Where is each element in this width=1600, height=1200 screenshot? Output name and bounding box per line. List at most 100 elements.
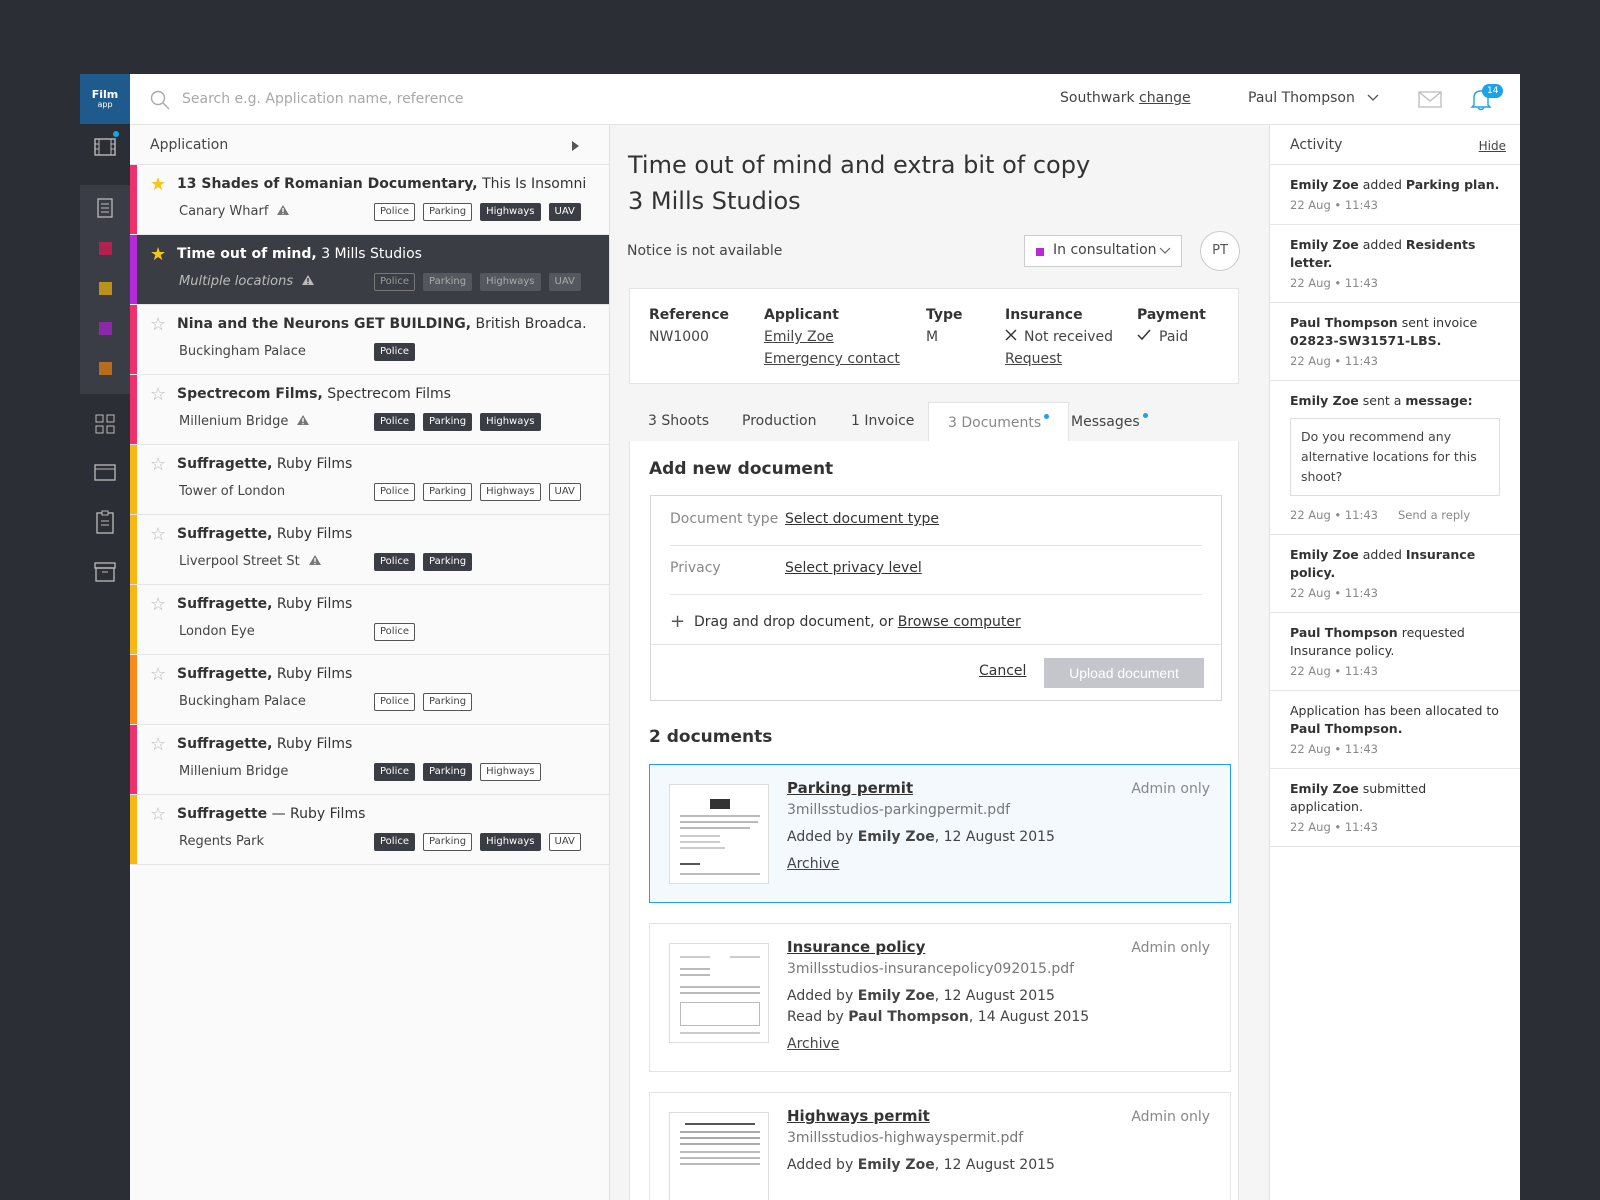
star-icon[interactable]: ☆: [150, 315, 166, 335]
list-header[interactable]: Application: [130, 125, 609, 165]
user-menu[interactable]: Paul Thompson: [1248, 90, 1379, 106]
mail-icon[interactable]: [1418, 91, 1442, 112]
documents-count-title: 2 documents: [649, 727, 773, 747]
application-row[interactable]: ☆ Suffragette, Ruby Films Liverpool Street…: [130, 515, 609, 585]
status-color-bar: [130, 445, 137, 514]
documents-panel: Add new document Document type Select do…: [629, 441, 1239, 1200]
application-row[interactable]: ☆ Suffragette, Ruby Films Tower of London P…: [130, 445, 609, 515]
category-tag: Police: [374, 623, 415, 641]
tab-documents[interactable]: 3 Documents: [928, 402, 1070, 442]
star-icon[interactable]: ☆: [150, 595, 166, 615]
grid-icon[interactable]: [80, 404, 130, 444]
status-color-bar: [130, 375, 137, 444]
document-card[interactable]: Highways permit 3millsstudios-highwayspe…: [649, 1092, 1231, 1200]
council-selector: Southwark change: [1060, 90, 1191, 106]
app-window: Film app Search e.g. Application name, r…: [80, 74, 1520, 1200]
plus-icon: +: [670, 611, 686, 632]
star-icon[interactable]: ★: [150, 245, 166, 265]
document-filename: 3millsstudios-highwayspermit.pdf: [787, 1130, 1024, 1146]
expand-arrow-icon[interactable]: [572, 141, 579, 151]
pink-square-icon: [98, 241, 112, 255]
nav-rail: Film app: [80, 74, 130, 1200]
tab-invoice[interactable]: 1 Invoice: [851, 402, 914, 442]
warning-icon: [301, 274, 315, 290]
browse-computer-link[interactable]: Browse computer: [898, 614, 1021, 630]
drop-zone[interactable]: + Drag and drop document, or Browse compu…: [670, 603, 1202, 645]
activity-item: Application has been allocated to Paul T…: [1270, 691, 1520, 769]
send-reply-link[interactable]: Send a reply: [1398, 508, 1470, 522]
application-row[interactable]: ☆ Suffragette, Ruby Films Buckingham Palac…: [130, 655, 609, 725]
star-icon[interactable]: ☆: [150, 735, 166, 755]
hide-activity-link[interactable]: Hide: [1479, 139, 1506, 153]
status-color-bar: [130, 165, 137, 234]
tab-shoots[interactable]: 3 Shoots: [648, 402, 709, 442]
change-council-link[interactable]: change: [1139, 90, 1191, 106]
application-title: 13 Shades of Romanian Documentary, This …: [177, 176, 587, 192]
document-added-by: Added by Emily Zoe, 12 August 2015: [787, 988, 1055, 1004]
star-icon[interactable]: ☆: [150, 455, 166, 475]
tab-production[interactable]: Production: [742, 402, 816, 442]
status-filter-yellow[interactable]: [80, 268, 130, 308]
archive-icon[interactable]: [80, 552, 130, 592]
archive-link[interactable]: Archive: [787, 856, 839, 872]
upload-document-button[interactable]: Upload document: [1044, 658, 1204, 688]
assignee-avatar[interactable]: PT: [1200, 231, 1240, 271]
category-tag: Police: [374, 833, 415, 851]
detail-tabs: 3 Shoots Production 1 Invoice 3 Document…: [629, 402, 1239, 442]
film-app-logo[interactable]: Film app: [80, 74, 130, 124]
application-row[interactable]: ☆ Suffragette, Ruby Films London Eye Police: [130, 585, 609, 655]
archive-link[interactable]: Archive: [787, 1036, 839, 1052]
activity-text: Emily Zoe sent a message:: [1290, 393, 1473, 408]
status-dropdown[interactable]: In consultation: [1024, 235, 1182, 267]
privacy-select[interactable]: Select privacy level: [785, 560, 922, 576]
category-tags: Police: [374, 623, 415, 641]
emergency-contact-link[interactable]: Emergency contact: [764, 351, 900, 367]
application-location: Buckingham Palace: [179, 344, 306, 359]
status-color-bar: [130, 515, 137, 584]
status-filter-orange[interactable]: [80, 348, 130, 388]
star-icon[interactable]: ☆: [150, 665, 166, 685]
search-input[interactable]: [182, 86, 662, 112]
application-title: Nina and the Neurons GET BUILDING, Briti…: [177, 316, 587, 332]
application-title: Time out of mind, 3 Mills Studios: [177, 246, 422, 262]
star-icon[interactable]: ☆: [150, 525, 166, 545]
status-filter-pink[interactable]: [80, 228, 130, 268]
activity-timestamp: 22 Aug • 11:43: [1290, 664, 1378, 678]
document-list-icon[interactable]: [80, 188, 130, 228]
status-color-bar: [130, 795, 137, 864]
applicant-link[interactable]: Emily Zoe: [764, 329, 834, 345]
status-color-bar: [130, 235, 137, 304]
clipboard-icon[interactable]: [80, 502, 130, 542]
activity-text: Emily Zoe added Insurance policy.: [1290, 547, 1476, 580]
film-icon[interactable]: [80, 127, 130, 167]
calendar-icon[interactable]: [80, 452, 130, 492]
application-row[interactable]: ☆ Spectrecom Films, Spectrecom Films Mille…: [130, 375, 609, 445]
application-row[interactable]: ★ 13 Shades of Romanian Documentary, This…: [130, 165, 609, 235]
star-icon[interactable]: ★: [150, 175, 166, 195]
document-name-link[interactable]: Highways permit: [787, 1107, 930, 1125]
star-icon[interactable]: ☆: [150, 805, 166, 825]
category-tags: Police Parking Highways UAV: [374, 483, 581, 501]
status-filter-group: [80, 185, 130, 394]
document-card[interactable]: Parking permit 3millsstudios-parkingperm…: [649, 764, 1231, 903]
application-title: Suffragette, Ruby Films: [177, 596, 353, 612]
application-row[interactable]: ☆ Suffragette, Ruby Films Millenium Bridge…: [130, 725, 609, 795]
application-row[interactable]: ★ Time out of mind, 3 Mills Studios Multip…: [130, 235, 609, 305]
tab-messages[interactable]: Messages: [1071, 402, 1148, 442]
application-location: Canary Wharf: [179, 204, 290, 220]
document-name-link[interactable]: Insurance policy: [787, 938, 925, 956]
activity-timestamp: 22 Aug • 11:43 Send a reply: [1290, 508, 1471, 522]
document-name-link[interactable]: Parking permit: [787, 779, 913, 797]
document-thumbnail: [669, 1112, 769, 1200]
star-icon[interactable]: ☆: [150, 385, 166, 405]
document-thumbnail: [669, 784, 769, 884]
request-insurance-link[interactable]: Request: [1005, 351, 1062, 367]
document-type-select[interactable]: Select document type: [785, 511, 939, 527]
type-field: Type M: [926, 307, 963, 345]
status-filter-purple[interactable]: [80, 308, 130, 348]
application-row[interactable]: ☆ Nina and the Neurons GET BUILDING, Brit…: [130, 305, 609, 375]
cancel-button[interactable]: Cancel: [979, 663, 1026, 679]
document-card[interactable]: Insurance policy 3millsstudios-insurance…: [649, 923, 1231, 1072]
application-row[interactable]: ☆ Suffragette — Ruby Films Regents Park Pol…: [130, 795, 609, 865]
category-tag: Police: [374, 343, 415, 361]
